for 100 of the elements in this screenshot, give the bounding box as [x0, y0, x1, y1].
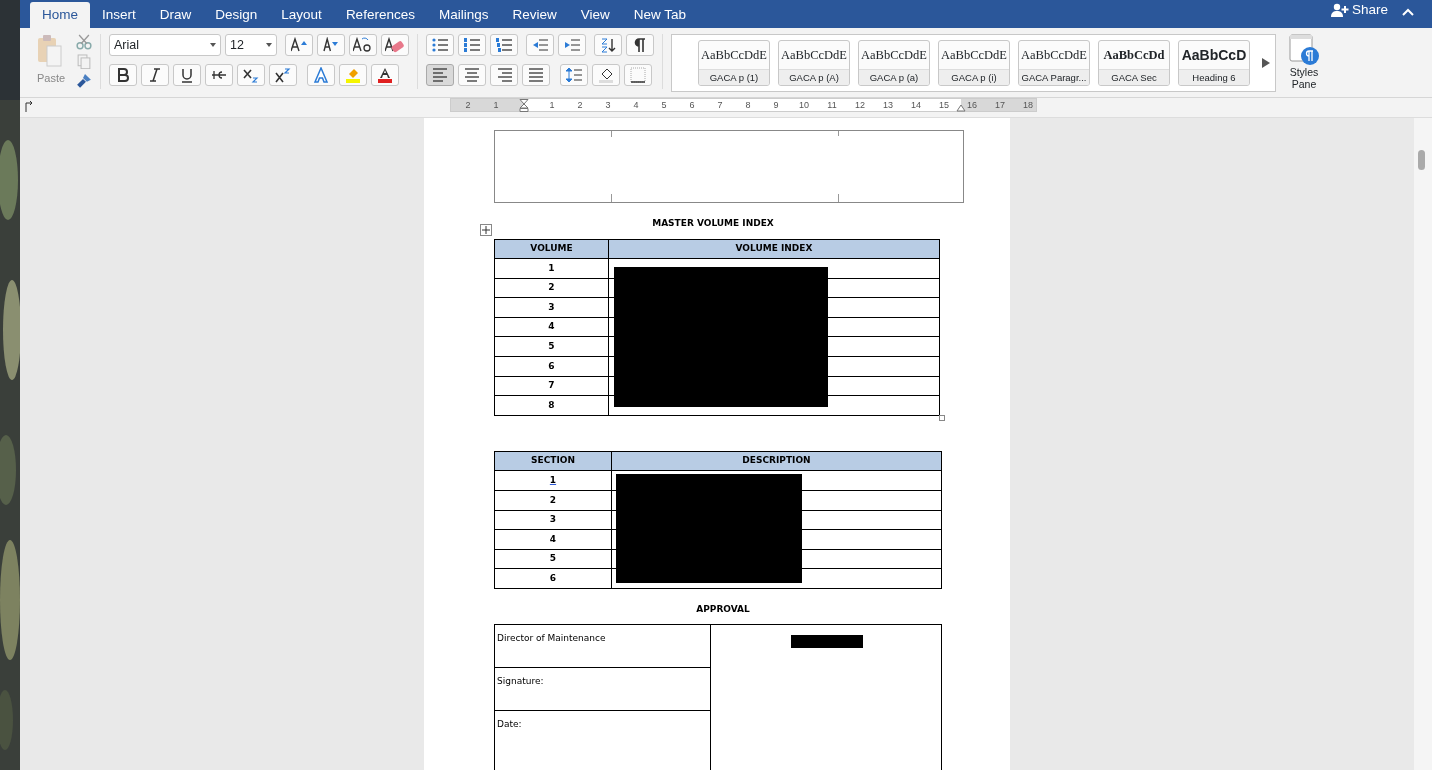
sort-icon: [600, 37, 616, 53]
indent-marker-icon[interactable]: [519, 99, 529, 112]
ribbon-tab[interactable]: View: [568, 2, 622, 28]
align-center-icon: [464, 67, 480, 83]
sort-button[interactable]: [594, 34, 622, 56]
ruler-number: 10: [799, 99, 809, 111]
ruler-number: 17: [995, 99, 1005, 111]
subscript-button[interactable]: [237, 64, 265, 86]
style-tile[interactable]: AaBbCcDdE GACA p (1): [698, 40, 770, 86]
italic-icon: [147, 67, 163, 83]
style-tile[interactable]: AaBbCcDdE GACA Paragr...: [1018, 40, 1090, 86]
grow-font-button[interactable]: [285, 34, 313, 56]
ribbon-tab[interactable]: Review: [500, 2, 569, 28]
ruler-number: 14: [911, 99, 921, 111]
bold-button[interactable]: [109, 64, 137, 86]
column-header: VOLUME: [494, 239, 609, 259]
table-cell: 1: [494, 258, 609, 279]
grow-font-icon: [291, 37, 307, 53]
ribbon-tab[interactable]: Home: [30, 2, 90, 28]
text-effects-button[interactable]: [307, 64, 335, 86]
gallery-next-icon[interactable]: [1262, 58, 1270, 68]
ribbon-tab[interactable]: Design: [203, 2, 270, 28]
style-tile[interactable]: AaBbCcDdE GACA p (i): [938, 40, 1010, 86]
caret-icon[interactable]: [266, 43, 272, 47]
font-size-field[interactable]: 12: [225, 34, 277, 56]
style-tile[interactable]: AaBbCcDd GACA Sec: [1098, 40, 1170, 86]
styles-pane-icon[interactable]: [1288, 34, 1320, 66]
line-spacing-button[interactable]: [560, 64, 588, 86]
align-justify-button[interactable]: [522, 64, 550, 86]
clear-formatting-icon: [385, 37, 405, 53]
highlighter-icon: [345, 67, 361, 83]
table-title: MASTER VOLUME INDEX: [652, 217, 774, 230]
right-indent-icon[interactable]: [956, 104, 966, 112]
ruler-number: 1: [493, 99, 499, 111]
decrease-indent-button[interactable]: [526, 34, 554, 56]
clear-formatting-button[interactable]: [381, 34, 409, 56]
scissors-icon[interactable]: [76, 34, 92, 50]
table-cell: 4: [494, 529, 612, 550]
section-title: APPROVAL: [695, 603, 751, 616]
ruler-number: 4: [633, 99, 639, 111]
align-right-button[interactable]: [490, 64, 518, 86]
style-tile[interactable]: AaBbCcDdE GACA p (A): [778, 40, 850, 86]
increase-indent-button[interactable]: [558, 34, 586, 56]
ruler-number: 9: [773, 99, 779, 111]
align-left-button[interactable]: [426, 64, 454, 86]
change-case-button[interactable]: [349, 34, 377, 56]
align-right-icon: [496, 67, 512, 83]
brush-icon[interactable]: [76, 73, 92, 89]
font-name-field[interactable]: Arial: [109, 34, 221, 56]
font-color-button[interactable]: [371, 64, 399, 86]
shrink-font-icon: [323, 37, 339, 53]
ribbon-tab[interactable]: Insert: [90, 2, 148, 28]
bullet-list-button[interactable]: [426, 34, 454, 56]
subscript-icon: [243, 67, 259, 83]
ruler-number: 18: [1023, 99, 1033, 111]
table-cell: 1: [494, 470, 612, 491]
style-tile[interactable]: AaBbCcDdE GACA p (a): [858, 40, 930, 86]
bullet-list-icon: [432, 37, 448, 53]
align-justify-icon: [528, 67, 544, 83]
table-cell: 6: [494, 568, 612, 589]
styles-pane-label[interactable]: Styles Pane: [1284, 66, 1324, 90]
person-add-icon: [1330, 2, 1349, 17]
share-button[interactable]: Share: [1322, 0, 1396, 28]
caret-icon[interactable]: [210, 43, 216, 47]
table-cell: 4: [494, 317, 609, 337]
collapse-ribbon-icon[interactable]: [1402, 8, 1414, 16]
shading-button[interactable]: [592, 64, 620, 86]
table-cell: 2: [494, 490, 612, 511]
ribbon-tab[interactable]: References: [333, 2, 427, 28]
ruler-number: 13: [883, 99, 893, 111]
ribbon-tab[interactable]: Mailings: [426, 2, 501, 28]
text-effects-icon: [313, 67, 329, 83]
scroll-thumb[interactable]: [1418, 150, 1425, 170]
superscript-button[interactable]: [269, 64, 297, 86]
change-case-icon: [353, 37, 373, 53]
align-center-button[interactable]: [458, 64, 486, 86]
ruler[interactable]: 2 1 1 2 3 4 5 6 7 8 9 10 11 12 13 14 15 16 17 18: [450, 98, 1037, 112]
line-spacing-icon: [566, 67, 582, 83]
ribbon-tab[interactable]: Draw: [147, 2, 204, 28]
ruler-number: 6: [689, 99, 695, 111]
borders-button[interactable]: [624, 64, 652, 86]
numbered-list-button[interactable]: [458, 34, 486, 56]
table-resize-handle-icon[interactable]: [939, 415, 945, 421]
shading-icon: [598, 67, 614, 83]
style-tile[interactable]: AaBbCcD Heading 6: [1178, 40, 1250, 86]
strikethrough-button[interactable]: [205, 64, 233, 86]
italic-button[interactable]: [141, 64, 169, 86]
ribbon-tab[interactable]: New Tab: [621, 2, 699, 28]
table-move-handle-icon[interactable]: [480, 224, 492, 236]
pilcrow-button[interactable]: [626, 34, 654, 56]
pilcrow-icon: [632, 37, 648, 53]
superscript-icon: [275, 67, 291, 83]
ruler-number: 12: [855, 99, 865, 111]
table-cell: Director of Maintenance: [494, 624, 711, 667]
ribbon-tab[interactable]: Layout: [269, 2, 334, 28]
underline-button[interactable]: [173, 64, 201, 86]
underline-icon: [179, 67, 195, 83]
table-cell: 6: [494, 356, 609, 377]
multilevel-list-button[interactable]: [490, 34, 518, 56]
shrink-font-button[interactable]: [317, 34, 345, 56]
